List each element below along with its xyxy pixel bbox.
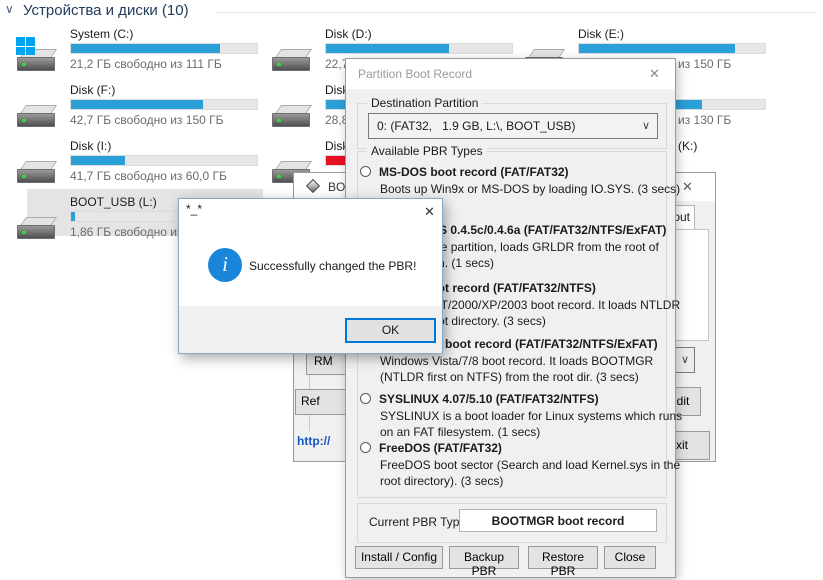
pbr-option-5-radio[interactable] [360,442,371,453]
destination-partition-value: 0: (FAT32, 1.9 GB, L:\, BOOT_USB) [377,119,576,133]
current-pbr-type-label: Current PBR Type: [369,515,470,529]
pbr-option-4-desc-1: on an FAT filesystem. (1 secs) [380,425,540,439]
chevron-down-icon: ∨ [642,119,650,132]
pbr-option-3-desc-1: (NTLDR first on NTFS) from the root dir.… [380,370,639,384]
drive-item-3-label[interactable]: Disk (F:) [70,83,115,97]
destination-partition-select[interactable]: 0: (FAT32, 1.9 GB, L:\, BOOT_USB) ∨ [368,113,658,139]
restore-pbr-button[interactable]: Restore PBR [528,546,598,569]
close-button[interactable]: Close [604,546,656,569]
devices-and-drives-header[interactable]: Устройства и диски (10) [23,2,189,19]
ok-button[interactable]: OK [345,318,436,343]
drive-free-space-text: 41,7 ГБ свободно из 60,0 ГБ [70,169,227,183]
pbr-option-5-desc-0: FreeDOS boot sector (Search and load Ker… [380,458,680,472]
drive-icon [272,104,312,130]
pbr-option-4-name[interactable]: SYSLINUX 4.07/5.10 (FAT/FAT32/NTFS) [379,392,599,406]
drive-item-1-label[interactable]: Disk (D:) [325,27,372,41]
chevron-down-icon: ∨ [681,353,689,366]
pbr-option-5-desc-1: root directory). (3 secs) [380,474,503,488]
bootice-title-fragment: BO [328,180,345,194]
pbr-option-0-name[interactable]: MS-DOS boot record (FAT/FAT32) [379,165,569,179]
drive-icon [17,160,57,186]
bootice-ref-button-fragment[interactable]: Ref [295,389,347,415]
drive-item-9-label[interactable]: BOOT_USB (L:) [70,195,157,209]
message-box-title: *_* [186,202,202,216]
current-pbr-type-group: Current PBR Type: BOOTMGR boot record [357,503,667,543]
pbr-close-icon[interactable]: ✕ [649,66,660,82]
drive-usage-bar [578,43,766,54]
drive-free-space-text: 21,2 ГБ свободно из 111 ГБ [70,57,222,71]
drive-free-space-text: 1,86 ГБ свободно из [70,225,182,239]
drive-item-8-label[interactable]: (K:) [678,139,697,153]
pbr-option-0-desc-0: Boots up Win9x or MS-DOS by loading IO.S… [380,182,680,196]
pbr-option-4-radio[interactable] [360,393,371,404]
pbr-option-0-radio[interactable] [360,166,371,177]
drive-free-space-text: из 130 ГБ [678,113,731,127]
pbr-option-5-name[interactable]: FreeDOS (FAT/FAT32) [379,441,502,455]
destination-partition-group: Destination Partition 0: (FAT32, 1.9 GB,… [357,103,667,149]
pbr-option-3-desc-0: Windows Vista/7/8 boot record. It loads … [380,354,653,368]
bootice-link-fragment[interactable]: http:// [297,434,330,448]
drive-free-space-text: 42,7 ГБ свободно из 150 ГБ [70,113,224,127]
drive-free-space-text: из 150 ГБ [678,57,731,71]
success-message-box: *_* ✕ i Successfully changed the PBR! OK [178,198,443,354]
drive-item-2-label[interactable]: Disk (E:) [578,27,624,41]
backup-pbr-button[interactable]: Backup PBR [449,546,519,569]
drive-icon [17,216,57,242]
drive-icon [272,48,312,74]
message-text: Successfully changed the PBR! [249,259,416,273]
destination-partition-label: Destination Partition [367,96,482,110]
pbr-option-4-desc-0: SYSLINUX is a boot loader for Linux syst… [380,409,682,423]
current-pbr-type-value: BOOTMGR boot record [459,509,657,532]
message-box-close-icon[interactable]: ✕ [424,204,435,220]
drive-usage-bar [70,43,258,54]
pbr-dialog-title: Partition Boot Record [358,67,472,81]
group-collapse-chevron-icon[interactable]: ∨ [5,2,14,16]
drive-usage-bar [70,155,258,166]
drive-usage-bar [325,43,513,54]
drive-icon [17,104,57,130]
info-icon: i [208,248,242,282]
install-config-button[interactable]: Install / Config [355,546,443,569]
screen: ∨ Устройства и диски (10) System (C:) 21,… [0,0,823,580]
group-divider [217,12,815,13]
drive-item-6-label[interactable]: Disk (I:) [70,139,111,153]
bootice-close-icon[interactable]: ✕ [682,179,693,195]
available-pbr-types-label: Available PBR Types [367,144,487,158]
windows-logo-icon [16,37,36,56]
drive-usage-bar [70,99,258,110]
drive-item-0-label[interactable]: System (C:) [70,27,133,41]
